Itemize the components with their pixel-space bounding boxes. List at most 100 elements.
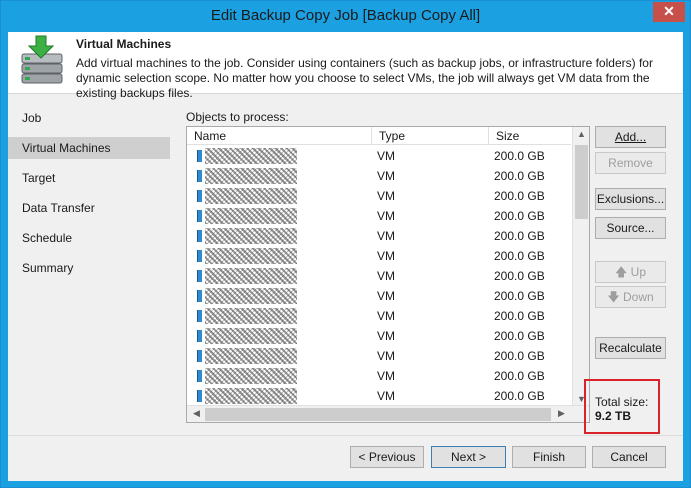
step-title: Virtual Machines	[76, 37, 172, 51]
vm-size-cell: 200.0 GB	[494, 249, 545, 263]
step-target[interactable]: Target	[8, 167, 170, 189]
vm-icon	[197, 170, 202, 182]
horizontal-scroll-thumb[interactable]	[205, 408, 551, 421]
vm-name-cell	[205, 146, 365, 166]
cancel-button[interactable]: Cancel	[592, 446, 666, 468]
up-button[interactable]: 🡅 Up	[595, 261, 666, 283]
vm-size-cell: 200.0 GB	[494, 369, 545, 383]
table-row[interactable]: VM 200.0 GB	[187, 266, 571, 286]
source-button[interactable]: Source...	[595, 217, 666, 239]
table-row[interactable]: VM 200.0 GB	[187, 366, 571, 386]
scroll-up-icon[interactable]: ▲	[573, 129, 589, 139]
add-button[interactable]: Add...	[595, 126, 666, 148]
vm-type-cell: VM	[377, 269, 395, 283]
table-row[interactable]: VM 200.0 GB	[187, 306, 571, 326]
objects-label: Objects to process:	[186, 110, 289, 124]
vm-type-cell: VM	[377, 349, 395, 363]
table-row[interactable]: VM 200.0 GB	[187, 146, 571, 166]
vertical-scroll-thumb[interactable]	[575, 145, 588, 219]
vm-name-cell	[205, 386, 365, 406]
total-size-label: Total size:	[595, 395, 649, 409]
finish-button[interactable]: Finish	[512, 446, 586, 468]
vm-icon	[197, 270, 202, 282]
vertical-scrollbar[interactable]: ▲ ▼	[572, 127, 589, 406]
table-row[interactable]: VM 200.0 GB	[187, 286, 571, 306]
dialog-body: Virtual Machines Add virtual machines to…	[8, 32, 683, 481]
vm-name-cell	[205, 206, 365, 226]
vm-icon	[197, 310, 202, 322]
arrow-down-icon: 🡇	[607, 290, 620, 304]
vm-type-cell: VM	[377, 169, 395, 183]
step-job[interactable]: Job	[8, 107, 170, 129]
up-button-label: Up	[630, 265, 647, 279]
wizard-steps: Job Virtual Machines Target Data Transfe…	[8, 95, 170, 435]
scroll-right-icon[interactable]: ▶	[553, 408, 570, 419]
vm-size-cell: 200.0 GB	[494, 209, 545, 223]
list-header: Name Type Size	[187, 127, 571, 145]
table-row[interactable]: VM 200.0 GB	[187, 166, 571, 186]
objects-list[interactable]: Name Type Size VM 200.0 GB VM 200.0 GB VM 200…	[186, 126, 590, 423]
vm-size-cell: 200.0 GB	[494, 389, 545, 403]
arrow-up-icon: 🡅	[614, 265, 628, 279]
vm-name-cell	[205, 306, 365, 326]
vm-icon	[197, 350, 202, 362]
vm-size-cell: 200.0 GB	[494, 329, 545, 343]
horizontal-scrollbar[interactable]: ◀ ▶	[187, 405, 589, 422]
vm-type-cell: VM	[377, 249, 395, 263]
vm-type-cell: VM	[377, 189, 395, 203]
vm-size-cell: 200.0 GB	[494, 149, 545, 163]
table-row[interactable]: VM 200.0 GB	[187, 326, 571, 346]
vm-name-cell	[205, 186, 365, 206]
step-data-transfer[interactable]: Data Transfer	[8, 197, 170, 219]
step-summary[interactable]: Summary	[8, 257, 170, 279]
vm-icon	[197, 330, 202, 342]
exclusions-button[interactable]: Exclusions...	[595, 188, 666, 210]
dialog-window: Edit Backup Copy Job [Backup Copy All] ✕…	[0, 0, 691, 488]
down-button[interactable]: 🡇 Down	[595, 286, 666, 308]
vm-name-cell	[205, 166, 365, 186]
servers-download-icon	[21, 35, 63, 84]
vm-type-cell: VM	[377, 389, 395, 403]
vm-icon	[197, 210, 202, 222]
vm-type-cell: VM	[377, 209, 395, 223]
step-schedule[interactable]: Schedule	[8, 227, 170, 249]
column-type-header[interactable]: Type	[372, 127, 489, 145]
vm-size-cell: 200.0 GB	[494, 169, 545, 183]
vm-name-cell	[205, 226, 365, 246]
vm-icon	[197, 390, 202, 402]
previous-button[interactable]: < Previous	[350, 446, 424, 468]
vm-icon	[197, 150, 202, 162]
recalculate-button[interactable]: Recalculate	[595, 337, 666, 359]
vm-name-cell	[205, 366, 365, 386]
column-size-header[interactable]: Size	[489, 127, 571, 145]
column-name-header[interactable]: Name	[187, 127, 372, 145]
remove-button[interactable]: Remove	[595, 152, 666, 174]
table-row[interactable]: VM 200.0 GB	[187, 186, 571, 206]
step-virtual-machines[interactable]: Virtual Machines	[8, 137, 170, 159]
next-button[interactable]: Next >	[431, 446, 506, 468]
title-bar[interactable]: Edit Backup Copy Job [Backup Copy All] ✕	[1, 1, 690, 32]
table-row[interactable]: VM 200.0 GB	[187, 206, 571, 226]
vm-type-cell: VM	[377, 229, 395, 243]
add-button-label: Add...	[614, 130, 647, 144]
vm-size-cell: 200.0 GB	[494, 349, 545, 363]
scroll-left-icon[interactable]: ◀	[188, 408, 205, 419]
table-row[interactable]: VM 200.0 GB	[187, 386, 571, 406]
vm-size-cell: 200.0 GB	[494, 229, 545, 243]
vm-size-cell: 200.0 GB	[494, 289, 545, 303]
vm-name-cell	[205, 266, 365, 286]
close-button[interactable]: ✕	[653, 2, 685, 22]
step-header: Virtual Machines Add virtual machines to…	[8, 32, 683, 100]
vm-name-cell	[205, 246, 365, 266]
footer-divider	[8, 435, 683, 436]
vm-icon	[197, 290, 202, 302]
vm-type-cell: VM	[377, 149, 395, 163]
vm-size-cell: 200.0 GB	[494, 189, 545, 203]
table-row[interactable]: VM 200.0 GB	[187, 246, 571, 266]
table-row[interactable]: VM 200.0 GB	[187, 226, 571, 246]
table-row[interactable]: VM 200.0 GB	[187, 346, 571, 366]
vm-size-cell: 200.0 GB	[494, 309, 545, 323]
vm-name-cell	[205, 286, 365, 306]
window-title: Edit Backup Copy Job [Backup Copy All]	[210, 7, 481, 24]
vm-name-cell	[205, 346, 365, 366]
